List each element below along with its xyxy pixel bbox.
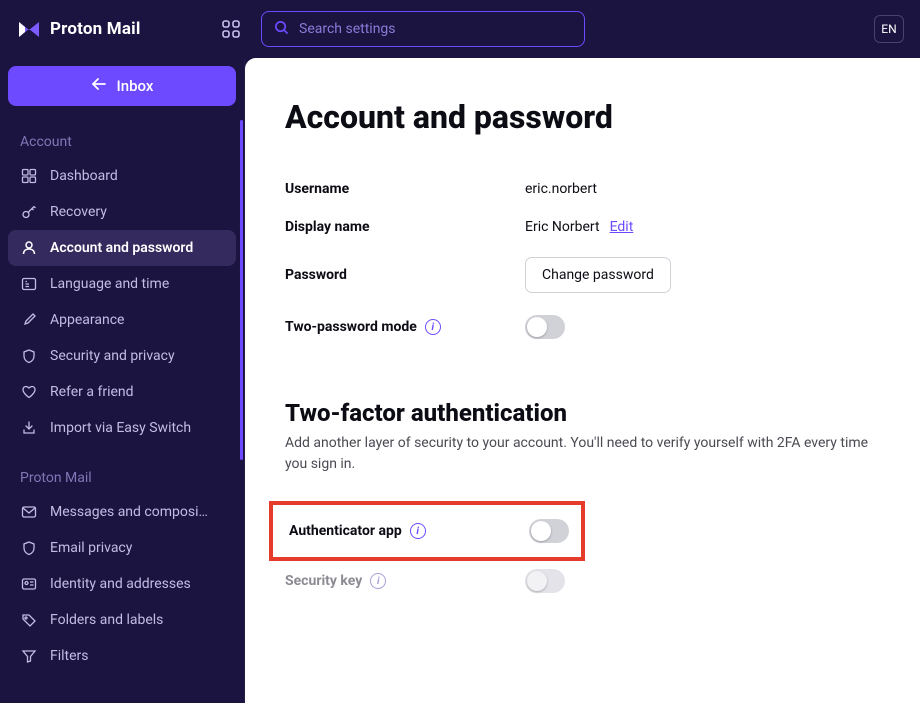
shield-icon [20,347,38,365]
sidebar-item-label: Account and password [50,240,193,256]
sidebar-item-label: Recovery [50,204,107,220]
sidebar-item-label: Identity and addresses [50,576,191,592]
tag-icon [20,611,38,629]
apps-grid-icon[interactable] [221,19,241,39]
sidebar-item-label: Dashboard [50,168,118,184]
password-label: Password [285,267,525,283]
section-title-account: Account [8,124,236,158]
sidebar-item-refer[interactable]: Refer a friend [8,374,236,410]
id-icon [20,575,38,593]
inbox-button[interactable]: Inbox [8,66,236,106]
sidebar-item-label: Import via Easy Switch [50,420,191,436]
username-value: eric.norbert [525,181,597,197]
edit-display-name-link[interactable]: Edit [610,219,634,235]
page-title: Account and password [285,98,880,136]
security-key-label: Security key [285,573,362,589]
import-icon [20,419,38,437]
logo-icon [16,16,42,42]
logo-text: Proton Mail [50,19,141,39]
sidebar-item-recovery[interactable]: Recovery [8,194,236,230]
row-username: Username eric.norbert [285,181,880,197]
sidebar: Inbox Account Dashboard Recovery Account… [0,58,245,703]
search-input[interactable] [299,21,572,37]
row-password: Password Change password [285,257,880,293]
sidebar-item-label: Email privacy [50,540,132,556]
info-icon[interactable]: i [410,523,426,539]
sidebar-item-filters[interactable]: Filters [8,638,236,674]
language-button[interactable]: EN [874,15,904,43]
language-label: EN [881,22,896,36]
sidebar-item-security[interactable]: Security and privacy [8,338,236,374]
two-password-toggle[interactable] [525,315,565,339]
row-display-name: Display name Eric Norbert Edit [285,219,880,235]
sidebar-item-dashboard[interactable]: Dashboard [8,158,236,194]
sidebar-item-appearance[interactable]: Appearance [8,302,236,338]
shield-icon [20,539,38,557]
logo[interactable]: Proton Mail [10,16,141,42]
row-two-password-mode: Two-password mode i [285,315,880,339]
sidebar-item-language-time[interactable]: Language and time [8,266,236,302]
key-icon [20,203,38,221]
sidebar-item-label: Language and time [50,276,169,292]
search-icon [274,20,289,39]
authenticator-label: Authenticator app [289,523,402,539]
security-key-toggle [525,569,565,593]
row-authenticator-app: Authenticator app i [273,519,581,543]
change-password-button[interactable]: Change password [525,257,671,293]
sidebar-item-email-privacy[interactable]: Email privacy [8,530,236,566]
sidebar-item-messages[interactable]: Messages and composi… [8,494,236,530]
section-title-protonmail: Proton Mail [8,460,236,494]
tfa-heading: Two-factor authentication [285,399,880,427]
heart-icon [20,383,38,401]
sidebar-item-account-password[interactable]: Account and password [8,230,236,266]
sidebar-item-identity[interactable]: Identity and addresses [8,566,236,602]
display-name-value: Eric Norbert [525,219,600,235]
info-icon[interactable]: i [370,573,386,589]
sidebar-item-import[interactable]: Import via Easy Switch [8,410,236,446]
sidebar-item-label: Folders and labels [50,612,163,628]
sidebar-item-folders[interactable]: Folders and labels [8,602,236,638]
username-label: Username [285,181,525,197]
brush-icon [20,311,38,329]
envelope-icon [20,503,38,521]
two-password-label: Two-password mode [285,319,417,335]
globe-icon [20,275,38,293]
display-name-label: Display name [285,219,525,235]
dashboard-icon [20,167,38,185]
tfa-description: Add another layer of security to your ac… [285,433,875,475]
filter-icon [20,647,38,665]
sidebar-item-label: Security and privacy [50,348,175,364]
sidebar-item-label: Refer a friend [50,384,134,400]
authenticator-toggle[interactable] [529,519,569,543]
main-content: Account and password Username eric.norbe… [245,58,920,703]
search-settings[interactable] [261,11,585,47]
sidebar-item-label: Messages and composi… [50,504,208,520]
inbox-label: Inbox [117,77,154,95]
info-icon[interactable]: i [425,319,441,335]
highlight-authenticator-app: Authenticator app i [269,501,585,561]
arrow-left-icon [91,77,107,95]
user-icon [20,239,38,257]
row-security-key: Security key i [285,569,880,593]
sidebar-item-label: Filters [50,648,89,664]
scrollbar[interactable] [240,120,243,460]
sidebar-item-label: Appearance [50,312,124,328]
